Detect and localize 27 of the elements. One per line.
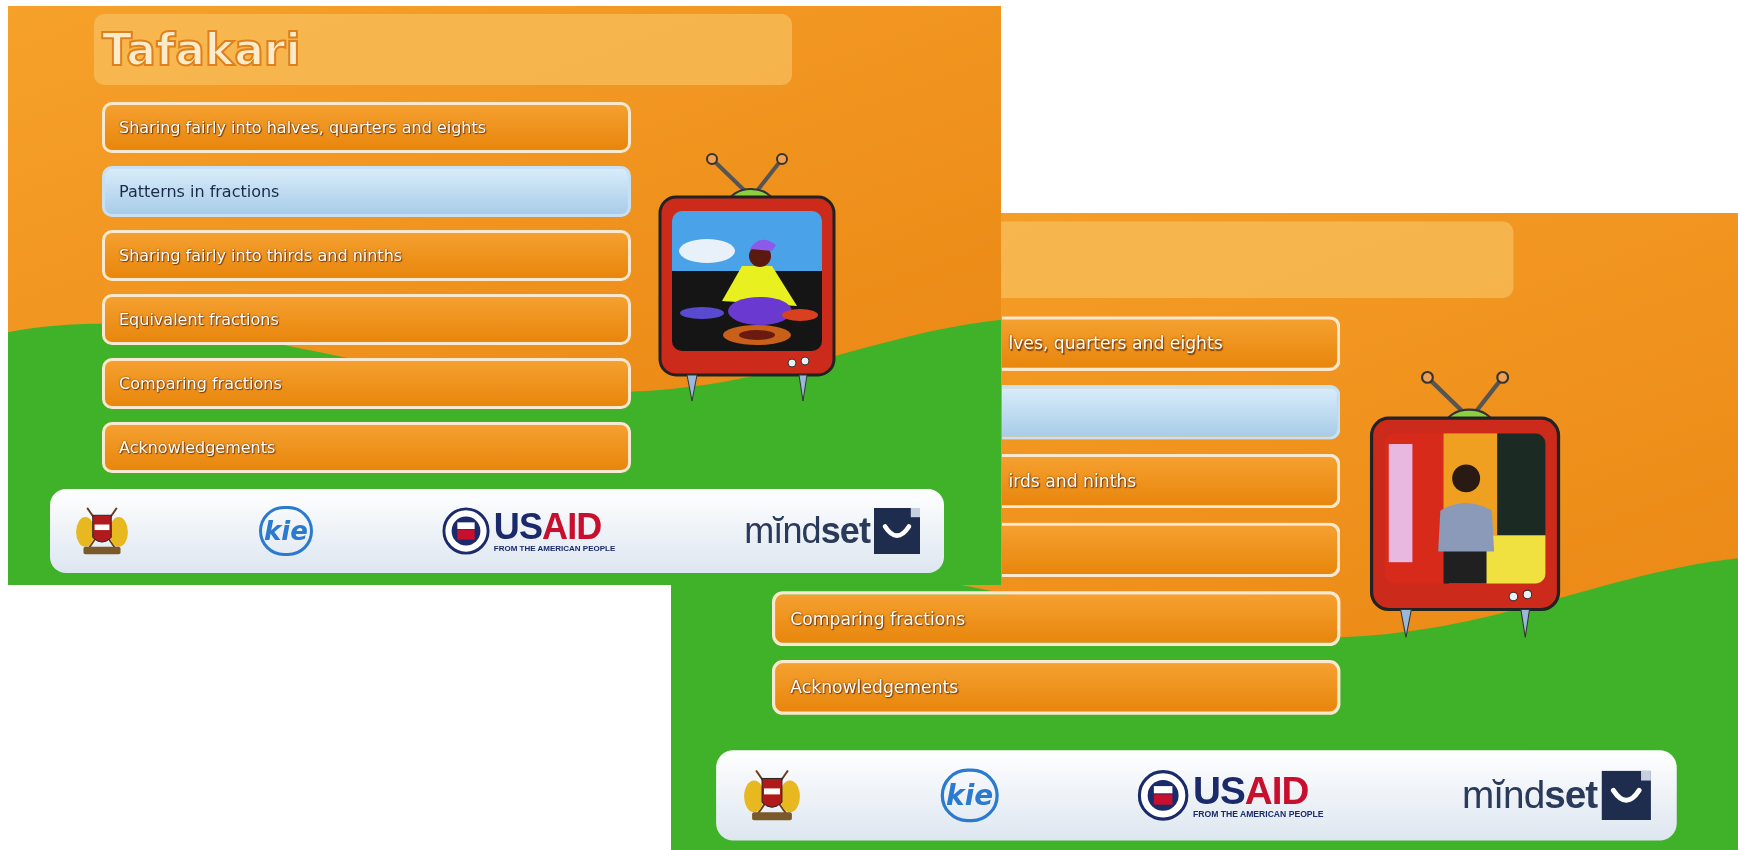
menu-item[interactable] — [1001, 384, 1341, 440]
screen-title: Tafakari — [102, 27, 301, 72]
menu-item[interactable]: Patterns in fractions — [102, 166, 631, 217]
usaid-tagline: FROM THE AMERICAN PEOPLE — [493, 545, 616, 553]
menu-item[interactable] — [1001, 522, 1341, 578]
menu-item[interactable]: irds and ninths — [1001, 453, 1341, 509]
seal-icon — [441, 507, 490, 555]
menu-item[interactable]: Equivalent fractions — [102, 294, 631, 345]
menu-item[interactable]: lves, quarters and eights — [1001, 316, 1341, 371]
menu-item[interactable]: Comparing fractions — [102, 358, 631, 409]
smile-icon — [874, 508, 920, 554]
kie-logo: kie — [940, 768, 999, 823]
menu-item[interactable]: Acknowledgements — [102, 422, 631, 473]
coat-of-arms-icon — [741, 768, 803, 823]
coat-of-arms-icon — [74, 506, 130, 556]
smile-icon — [1601, 770, 1651, 821]
mindset-wordmark: mĭndset — [1462, 771, 1598, 819]
seal-icon — [1137, 769, 1189, 822]
mindset-wordmark: mĭndset — [744, 509, 870, 553]
usaid-tagline: FROM THE AMERICAN PEOPLE — [1193, 810, 1324, 819]
menu-item[interactable]: Sharing fairly into halves, quarters and eights — [102, 102, 631, 153]
usaid-wordmark: USAID — [1193, 771, 1309, 811]
menu-item[interactable]: Comparing fractions — [772, 591, 1341, 646]
kie-logo: kie — [258, 506, 313, 556]
usaid-wordmark: USAID — [493, 509, 602, 545]
menu-item[interactable]: Sharing fairly into thirds and ninths — [102, 230, 631, 281]
menu-item[interactable]: Acknowledgements — [772, 660, 1341, 715]
